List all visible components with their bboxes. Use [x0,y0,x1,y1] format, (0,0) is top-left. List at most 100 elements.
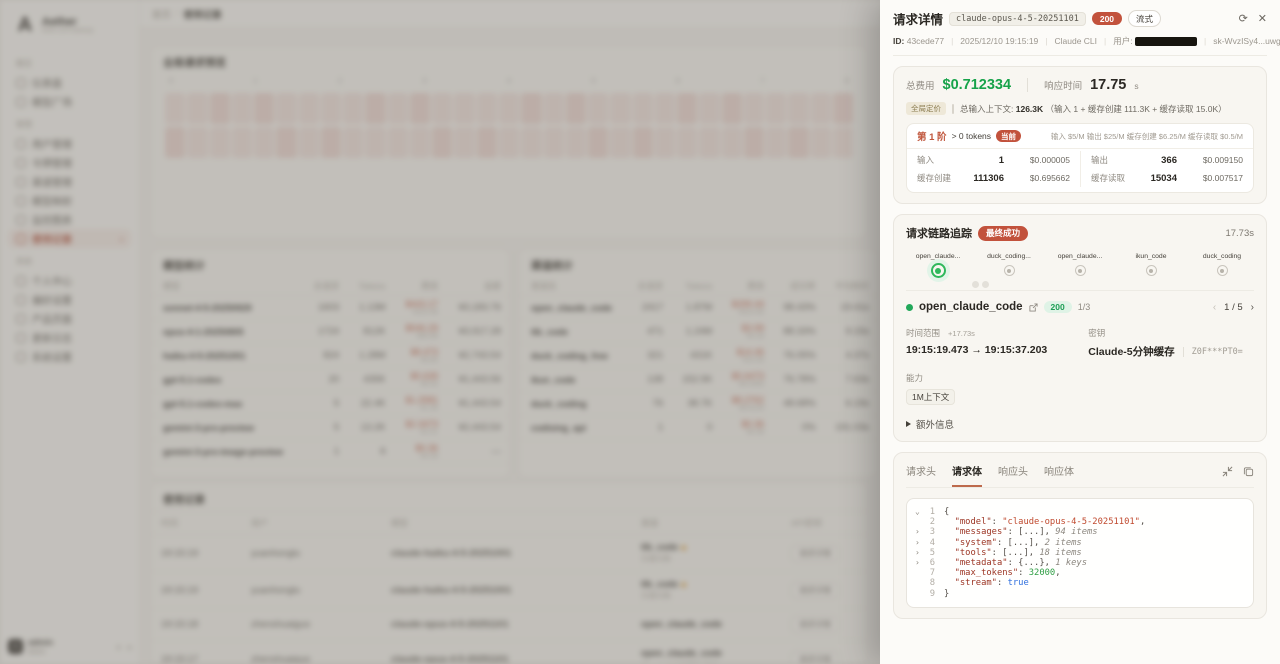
tier-cell-label: 缓存读取 [1091,172,1143,184]
tier-cell: 输入 1 $0.000005 [907,151,1080,169]
status-code-badge: 200 [1092,12,1122,25]
final-status-badge: 最终成功 [978,226,1028,241]
latency-label: 响应时间 [1044,78,1082,92]
divider [1027,78,1028,92]
id-label: ID: [893,36,904,46]
trace-title: 请求链路追踪 [906,225,972,241]
payload-card: 请求头请求体响应头响应体 ⌄1{2 "model": "claude-opus-… [893,452,1267,619]
trace-duration: 17.73s [1225,228,1254,239]
attempt-channel-name: open_claude_code [919,301,1023,313]
time-delta: +17.73s [948,329,975,338]
payload-tab[interactable]: 响应体 [1044,463,1074,487]
tier-cell-tokens: 366 [1143,155,1177,166]
tier-cell-label: 输入 [917,154,969,166]
context-detail: （输入 1 + 缓存创建 111.3K + 缓存读取 15.0K） [1046,104,1227,114]
payload-tab[interactable]: 请求体 [952,463,982,487]
attempt-try-count: 1/3 [1078,302,1091,312]
tier-cell-cost: $0.007517 [1177,173,1243,183]
current-tier-badge: 当前 [996,130,1021,142]
extra-info-label: 额外信息 [916,417,954,431]
extra-info-toggle[interactable]: 额外信息 [906,417,1254,431]
trace-node[interactable]: ikun_code [1120,253,1182,278]
request-meta-row: ID: 43cede77 | 2025/12/10 19:15:19 | Cla… [893,28,1267,56]
request-id: 43cede77 [907,36,944,46]
body-tabs: 请求头请求体响应头响应体 [906,463,1074,487]
external-link-icon[interactable] [1029,303,1038,312]
tier-cell-tokens: 1 [969,155,1004,166]
trace-node-list: open_claude... duck_coding... open_claud… [907,253,1253,278]
tier-cell-cost: $0.695662 [1004,173,1070,183]
tier-label: 第 1 阶 [917,129,947,143]
payload-tabs-row: 请求头请求体响应头响应体 [906,463,1254,488]
redacted-username [1135,37,1197,46]
copy-icon[interactable] [1243,466,1254,477]
client-name: Claude CLI [1055,36,1098,46]
tier-range: > 0 tokens [952,131,991,141]
tier-grid: 输入 1 $0.000005 输出 366 $0.009150 缓存创建 111… [907,149,1253,192]
trace-node-label: duck_coding... [978,253,1040,260]
context-label: 总输入上下文: [960,104,1013,114]
tier-cell: 缓存创建 111306 $0.695662 [907,169,1080,187]
capability-chip: 1M上下文 [906,389,955,405]
divider: | [1045,36,1047,46]
divider: | [1104,36,1106,46]
trace-node[interactable]: duck_coding... [978,253,1040,278]
collapse-icon[interactable] [1222,466,1233,477]
attempt-header: open_claude_code 200 1/3 ‹ 1 / 5 › [906,301,1254,313]
divider [1183,347,1184,357]
key-label: 密钥 [1088,328,1105,338]
payload-tab[interactable]: 请求头 [906,463,936,487]
subattempt-dot-icon [982,281,989,288]
key-masked-value: Z0F***PT0= [1192,347,1243,357]
trace-node[interactable]: duck_coding [1191,253,1253,278]
stream-badge: 流式 [1128,10,1161,27]
context-total: 126.3K [1016,104,1043,114]
trace-subattempts [972,281,989,288]
trace-node[interactable]: open_claude... [1049,253,1111,278]
success-dot-icon [906,304,913,311]
trace-node[interactable]: open_claude... [907,253,969,278]
tier-cell: 缓存读取 15034 $0.007517 [1080,169,1253,187]
time-range-value: 19:15:19.473 → 19:15:37.203 [906,344,1088,356]
tier-cell-tokens: 111306 [969,173,1004,184]
pager-position: 1 / 5 [1224,302,1243,313]
json-code-viewer[interactable]: ⌄1{2 "model": "claude-opus-4-5-20251101"… [906,498,1254,608]
latency-unit: s [1134,81,1138,91]
time-range-label: 时间范围 [906,328,940,338]
close-icon[interactable]: ✕ [1258,12,1267,25]
trace-node-circle-icon [1004,265,1015,276]
tier-cell-cost: $0.009150 [1177,155,1243,165]
trace-node-circle-icon [1146,265,1157,276]
model-tag: claude-opus-4-5-20251101 [949,12,1086,26]
pager-next-icon[interactable]: › [1251,302,1254,313]
trace-node-circle-icon [1075,265,1086,276]
tier-cell-label: 输出 [1091,154,1143,166]
divider [952,104,954,114]
tier-cell-label: 缓存创建 [917,172,969,184]
trace-timeline: open_claude... duck_coding... open_claud… [906,253,1254,291]
latency-value: 17.75 [1090,77,1126,93]
trace-node-label: open_claude... [1049,253,1111,260]
api-key-masked: sk-WvzISy4...uwgB [1213,36,1280,46]
global-pricing-badge: 全局定价 [906,102,946,115]
refresh-icon[interactable]: ⟳ [1239,12,1248,25]
tier-prices: 输入 $5/M 输出 $25/M 缓存创建 $6.25/M 缓存读取 $0.5/… [1051,131,1243,142]
request-time: 2025/12/10 19:15:19 [960,36,1038,46]
payload-tab[interactable]: 响应头 [998,463,1028,487]
drawer-title: 请求详情 [893,9,943,28]
pricing-tier-table: 第 1 阶 > 0 tokens 当前 输入 $5/M 输出 $25/M 缓存创… [906,123,1254,193]
capability-label: 能力 [906,373,923,383]
divider: | [1204,36,1206,46]
triangle-right-icon [906,421,911,427]
cost-summary-card: 总费用 $0.712334 响应时间 17.75 s 全局定价 总输入上下文: … [893,66,1267,204]
trace-node-label: duck_coding [1191,253,1253,260]
pager-prev-icon[interactable]: ‹ [1213,302,1216,313]
divider: | [951,36,953,46]
attempt-status-badge: 200 [1044,301,1072,313]
trace-card: 请求链路追踪 最终成功 17.73s open_claude... duck_c… [893,214,1267,442]
total-cost: $0.712334 [943,77,1012,93]
trace-node-label: open_claude... [907,253,969,260]
trace-node-label: ikun_code [1120,253,1182,260]
cost-label: 总费用 [906,78,935,92]
request-detail-drawer: 请求详情 claude-opus-4-5-20251101 200 流式 ⟳ ✕… [880,0,1280,664]
